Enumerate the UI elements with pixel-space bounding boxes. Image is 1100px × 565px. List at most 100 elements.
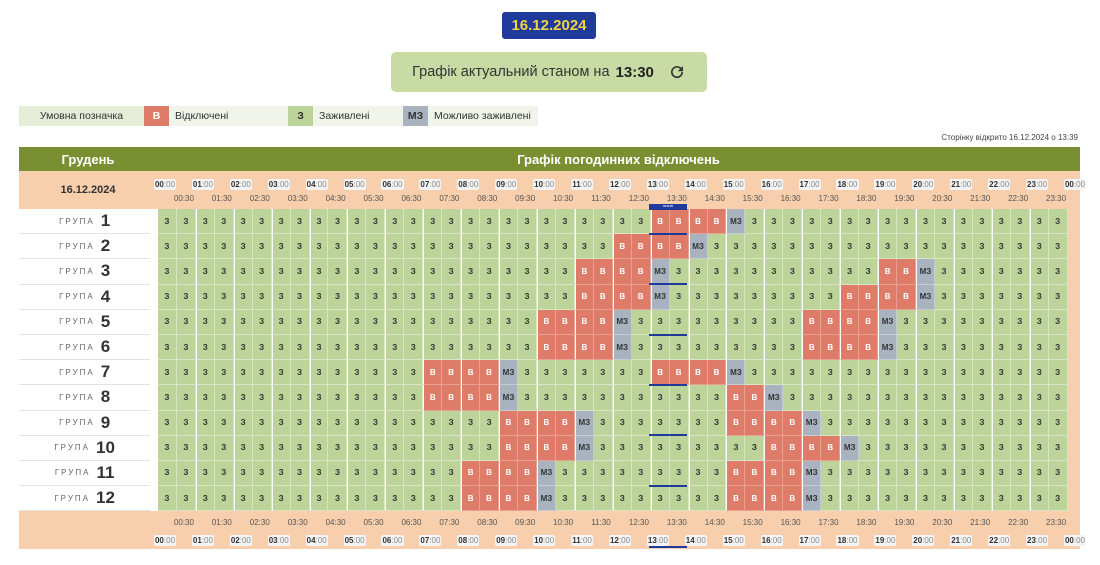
schedule-cell: З bbox=[214, 234, 234, 260]
legend-label-off: Відключені bbox=[169, 106, 288, 126]
hour-tick: 21:00 bbox=[950, 179, 973, 190]
schedule-cell: З bbox=[442, 284, 462, 310]
schedule-cell: З bbox=[1010, 460, 1030, 487]
schedule-cell: З bbox=[157, 435, 177, 461]
schedule-cell: З bbox=[555, 284, 575, 310]
schedule-cell: З bbox=[214, 259, 234, 285]
schedule-cell: З bbox=[233, 234, 253, 260]
schedule-cell: З bbox=[953, 259, 973, 285]
refresh-icon[interactable] bbox=[668, 63, 686, 81]
schedule-cell: В bbox=[612, 259, 632, 285]
schedule-cell: З bbox=[745, 309, 765, 335]
schedule-cell: З bbox=[764, 209, 784, 235]
schedule-cell: В bbox=[536, 435, 556, 461]
schedule-cell: МЗ bbox=[878, 334, 898, 361]
schedule-cell: З bbox=[176, 360, 196, 386]
schedule-cell: В bbox=[423, 385, 443, 411]
schedule-cell: З bbox=[707, 234, 727, 260]
schedule-cell: З bbox=[1048, 209, 1068, 235]
schedule-cell: З bbox=[669, 410, 689, 436]
schedule-cell: З bbox=[745, 334, 765, 361]
schedule-cell: З bbox=[518, 209, 537, 235]
group-label: ГРУПА 11 bbox=[19, 460, 151, 487]
legend-swatch-off: В bbox=[144, 106, 169, 126]
schedule-cell: З bbox=[1029, 309, 1049, 335]
schedule-cell: З bbox=[631, 460, 651, 487]
schedule-cell: З bbox=[783, 334, 803, 361]
schedule-cell: З bbox=[953, 360, 973, 386]
half-hour-label: 07:30 bbox=[439, 194, 460, 203]
schedule-cell: З bbox=[518, 309, 537, 335]
schedule-cell: В bbox=[612, 284, 632, 310]
schedule-cell: З bbox=[385, 334, 405, 361]
schedule-cell: В bbox=[518, 486, 537, 512]
half-hour-label: 11:30 bbox=[591, 194, 611, 203]
schedule-cell: З bbox=[555, 234, 575, 260]
schedule-cell: МЗ bbox=[650, 284, 670, 310]
schedule-cell: В bbox=[726, 486, 746, 512]
schedule-cell: З bbox=[176, 309, 196, 335]
schedule-cell: З bbox=[176, 234, 196, 260]
half-hour-label: 18:30 bbox=[856, 194, 877, 203]
schedule-cell: З bbox=[745, 234, 765, 260]
schedule-cell: З bbox=[366, 234, 386, 260]
hour-tick: 04:00 bbox=[305, 179, 328, 190]
group-number: 7 bbox=[100, 362, 111, 382]
group-word: ГРУПА bbox=[59, 342, 95, 352]
schedule-cell: З bbox=[934, 486, 954, 512]
schedule-cell: З bbox=[878, 360, 898, 386]
schedule-cell: З bbox=[821, 284, 841, 310]
hour-tick: 07:00 bbox=[419, 535, 442, 547]
legend-swatch-maybe: МЗ bbox=[403, 106, 428, 126]
half-hour-label: 23:30 bbox=[1046, 518, 1067, 528]
schedule-cell: З bbox=[897, 360, 917, 386]
schedule-cell: З bbox=[290, 385, 310, 411]
schedule-cell: З bbox=[309, 460, 329, 487]
schedule-cell: З bbox=[290, 410, 310, 436]
half-hour-label: 01:30 bbox=[211, 194, 232, 203]
schedule-cell: З bbox=[934, 435, 954, 461]
schedule-cell: З bbox=[309, 209, 329, 235]
schedule-cell: В bbox=[518, 410, 537, 436]
schedule-cell: З bbox=[726, 334, 746, 361]
schedule-cell: В bbox=[650, 209, 670, 235]
group-row: ГРУПА 5 З З З З З З З З З З З З З З З З З З З З В В В В МЗ З З З З З З З З… bbox=[19, 309, 1080, 335]
schedule-cell: З bbox=[859, 234, 879, 260]
schedule-cell: З bbox=[840, 486, 860, 512]
schedule-cell: З bbox=[1029, 486, 1049, 512]
schedule-cell: З bbox=[404, 234, 424, 260]
schedule-cell: З bbox=[688, 385, 708, 411]
schedule-cell: З bbox=[1010, 259, 1030, 285]
half-hour-label: 23:30 bbox=[1046, 194, 1067, 203]
schedule-cell: З bbox=[878, 486, 898, 512]
schedule-cell: З bbox=[764, 284, 784, 310]
schedule-cell: З bbox=[593, 385, 613, 411]
row-padding bbox=[1067, 410, 1080, 436]
schedule-cell: З bbox=[366, 284, 386, 310]
hour-tick: 02:00 bbox=[229, 535, 252, 547]
schedule-cell: З bbox=[404, 486, 424, 512]
schedule-cell: З bbox=[631, 309, 651, 335]
schedule-cell: З bbox=[1010, 410, 1030, 436]
schedule-cell: З bbox=[934, 259, 954, 285]
schedule-cell: З bbox=[157, 334, 177, 361]
schedule-cell: МЗ bbox=[726, 209, 746, 235]
half-hour-label: 12:30 bbox=[628, 194, 649, 203]
schedule-cell: З bbox=[214, 360, 234, 386]
schedule-cell: МЗ bbox=[878, 309, 898, 335]
schedule-cell: З bbox=[669, 259, 689, 285]
schedule-cell: З bbox=[821, 209, 841, 235]
schedule-cell: З bbox=[214, 435, 234, 461]
schedule-cell: З bbox=[461, 435, 481, 461]
schedule-cell: З bbox=[1029, 360, 1049, 386]
schedule-cell: З bbox=[233, 435, 253, 461]
schedule-cell: З bbox=[404, 309, 424, 335]
half-hour-label: 21:30 bbox=[970, 518, 991, 528]
schedule-cell: З bbox=[536, 234, 556, 260]
schedule-cell: З bbox=[631, 360, 651, 386]
schedule-cell: З bbox=[271, 486, 291, 512]
hour-tick: 06:00 bbox=[381, 179, 404, 190]
schedule-cell: З bbox=[1029, 234, 1049, 260]
schedule-cell: З bbox=[707, 385, 727, 411]
schedule-cell: З bbox=[650, 460, 670, 487]
